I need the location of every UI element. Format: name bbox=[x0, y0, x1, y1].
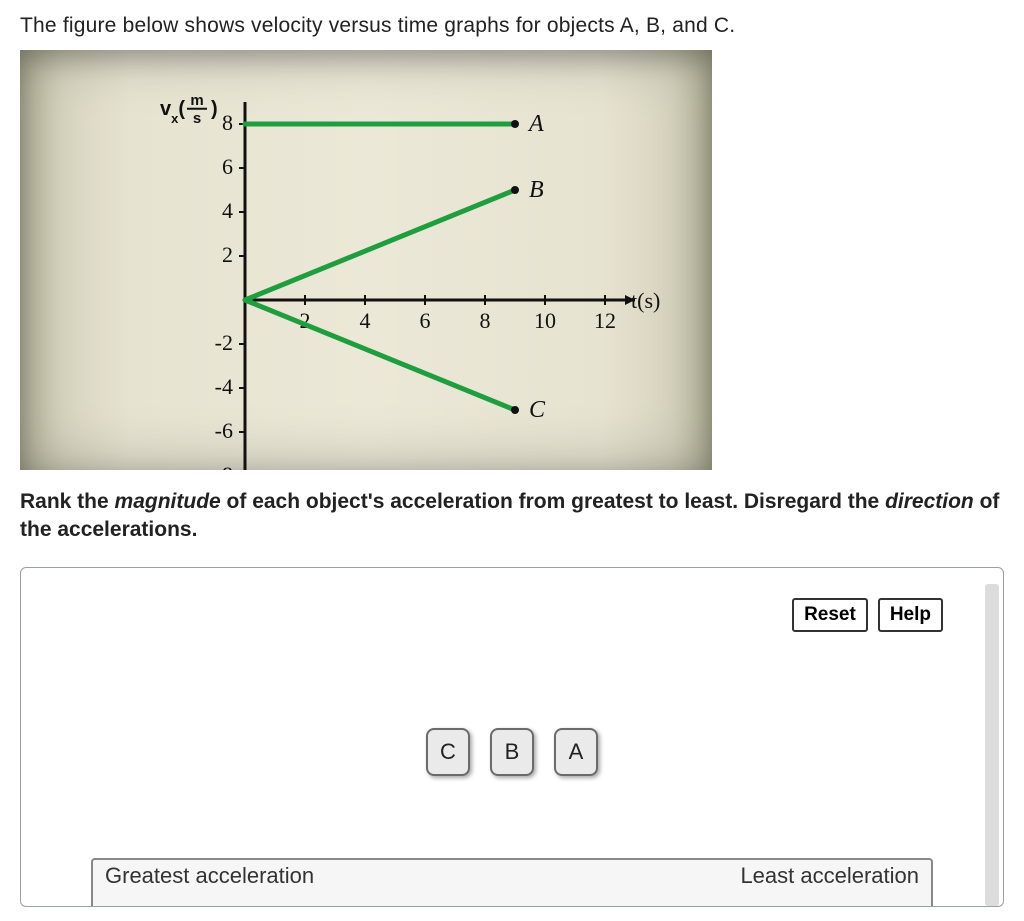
tile-c[interactable]: C bbox=[426, 728, 470, 776]
tile-b[interactable]: B bbox=[490, 728, 534, 776]
svg-text:B: B bbox=[529, 177, 544, 203]
svg-text:t(s): t(s) bbox=[631, 288, 660, 313]
svg-text:-8: -8 bbox=[215, 462, 233, 470]
rank-tiles: C B A bbox=[426, 728, 598, 776]
svg-text:4: 4 bbox=[360, 308, 371, 333]
prompt-em1: magnitude bbox=[115, 490, 221, 513]
svg-text:10: 10 bbox=[534, 308, 556, 333]
prompt-text2: of each object's acceleration from great… bbox=[221, 490, 885, 513]
svg-text:-6: -6 bbox=[215, 418, 233, 443]
prompt-em2: direction bbox=[885, 490, 974, 513]
intro-text: The figure below shows velocity versus t… bbox=[20, 14, 1004, 38]
svg-text:): ) bbox=[211, 98, 218, 120]
dropzone-left-label: Greatest acceleration bbox=[105, 863, 314, 889]
svg-text:m: m bbox=[190, 92, 203, 109]
ranking-dropzone[interactable]: Greatest acceleration Least acceleration bbox=[91, 858, 933, 906]
help-button[interactable]: Help bbox=[878, 598, 943, 632]
svg-text:6: 6 bbox=[420, 308, 431, 333]
svg-text:C: C bbox=[529, 397, 546, 423]
svg-text:A: A bbox=[527, 111, 544, 137]
question-prompt: Rank the magnitude of each object's acce… bbox=[20, 488, 1004, 545]
tile-a[interactable]: A bbox=[554, 728, 598, 776]
svg-text:vx(: vx( bbox=[160, 98, 185, 126]
svg-text:-4: -4 bbox=[215, 374, 233, 399]
svg-text:-2: -2 bbox=[215, 330, 233, 355]
svg-text:12: 12 bbox=[594, 308, 616, 333]
svg-text:4: 4 bbox=[222, 198, 233, 223]
reset-button[interactable]: Reset bbox=[792, 598, 868, 632]
chart-svg: -8-6-4-2246824681012t(s)vx(ms)ABC bbox=[20, 50, 712, 470]
ranking-panel: Reset Help C B A Greatest acceleration L… bbox=[20, 567, 1004, 907]
panel-buttons: Reset Help bbox=[792, 598, 943, 632]
svg-text:s: s bbox=[193, 110, 201, 127]
svg-text:8: 8 bbox=[222, 110, 233, 135]
panel-scrollbar[interactable] bbox=[985, 584, 999, 906]
svg-text:6: 6 bbox=[222, 154, 233, 179]
prompt-text: Rank the bbox=[20, 490, 115, 513]
svg-text:2: 2 bbox=[222, 242, 233, 267]
svg-text:8: 8 bbox=[480, 308, 491, 333]
dropzone-right-label: Least acceleration bbox=[740, 863, 919, 889]
velocity-time-figure: -8-6-4-2246824681012t(s)vx(ms)ABC bbox=[20, 50, 712, 470]
